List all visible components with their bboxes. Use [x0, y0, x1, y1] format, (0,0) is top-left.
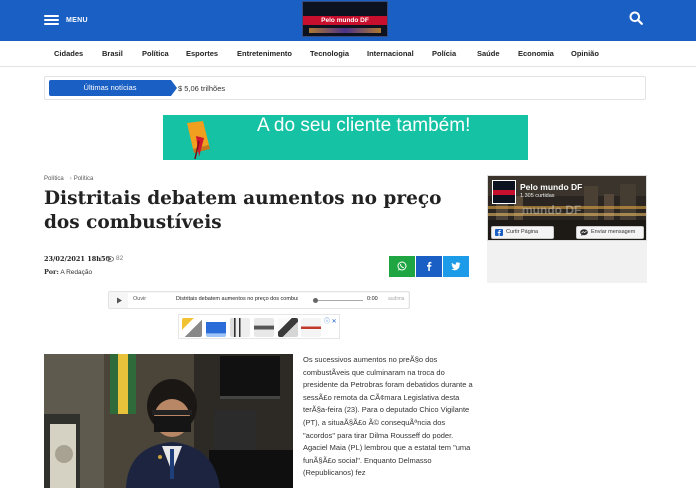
breadcrumb: Política › Política	[44, 176, 95, 182]
messenger-icon	[580, 229, 588, 236]
ad-product-image[interactable]	[254, 318, 274, 337]
audio-info: Ouvir Distritais debatem aumentos no pre…	[128, 293, 408, 308]
ad-headline: A do seu cliente também!	[257, 115, 471, 136]
twitter-icon	[451, 262, 461, 271]
top-header: MENU Pelo mundo DF	[0, 0, 696, 41]
breadcrumb-item[interactable]: Política	[44, 176, 64, 182]
main-nav: Cidades Brasil Política Esportes Entrete…	[0, 41, 696, 67]
play-icon[interactable]	[112, 294, 126, 307]
facebook-page-widget[interactable]: mundo DF Pelo mundo DF 1.305 curtidas Cu…	[487, 175, 647, 241]
fb-like-page-button[interactable]: Curtir Página	[491, 226, 554, 239]
nav-item-brasil[interactable]: Brasil	[102, 49, 123, 58]
fb-page-avatar[interactable]	[492, 180, 516, 204]
ad-choices-icon[interactable]: ⓘ ✕	[324, 316, 337, 325]
author-name[interactable]: A Redação	[60, 269, 92, 276]
audio-listen-label: Ouvir	[133, 296, 147, 302]
nav-item-internacional[interactable]: Internacional	[367, 49, 414, 58]
watermark-logo: mundo DF	[522, 203, 581, 217]
ad-product-image[interactable]	[206, 318, 226, 337]
search-icon[interactable]	[629, 11, 643, 25]
nav-item-entretenimento[interactable]: Entretenimento	[237, 49, 292, 58]
author-line: Por: A Redação	[44, 268, 92, 276]
ticker-label: Últimas notícias	[49, 80, 171, 96]
ad-product-image[interactable]	[182, 318, 202, 337]
chevron-right-icon: ›	[69, 176, 72, 182]
fb-like-page-label: Curtir Página	[506, 229, 539, 235]
nav-item-esportes[interactable]: Esportes	[186, 49, 218, 58]
share-facebook-button[interactable]	[416, 256, 442, 277]
nav-item-saude[interactable]: Saúde	[477, 49, 500, 58]
audio-time: 0:00	[367, 296, 378, 302]
nav-item-cidades[interactable]: Cidades	[54, 49, 83, 58]
ad-product-image[interactable]	[301, 318, 321, 337]
audio-progress-handle[interactable]	[313, 298, 318, 303]
ticker-arrow-icon	[171, 80, 177, 96]
nav-item-policia[interactable]: Polícia	[432, 49, 456, 58]
meta-divider: |	[100, 255, 102, 262]
logo-text: Pelo mundo DF	[321, 17, 369, 24]
fb-send-message-button[interactable]: Enviar mensagem	[576, 226, 644, 239]
view-count: 82	[116, 255, 124, 262]
audio-progress-slider[interactable]	[313, 298, 363, 303]
nav-item-tecnologia[interactable]: Tecnologia	[310, 49, 349, 58]
breadcrumb-item[interactable]: Política	[74, 176, 94, 182]
menu-label: MENU	[66, 16, 88, 24]
nav-item-politica[interactable]: Política	[142, 49, 169, 58]
facebook-icon	[427, 261, 432, 271]
fb-page-followers: 1.305 curtidas	[520, 193, 555, 199]
fb-page-name[interactable]: Pelo mundo DF	[520, 182, 582, 192]
ticker-headline[interactable]: $ 5,06 trilhões	[178, 84, 225, 93]
ad-banner[interactable]: A do seu cliente também!	[163, 115, 528, 160]
nav-item-opiniao[interactable]: Opinião	[571, 49, 599, 58]
menu-button[interactable]: MENU	[44, 13, 88, 27]
article-photo-image	[44, 354, 293, 488]
facebook-icon	[495, 229, 503, 236]
share-whatsapp-button[interactable]	[389, 256, 415, 277]
book-icon	[187, 121, 210, 159]
nav-item-economia[interactable]: Economia	[518, 49, 554, 58]
share-twitter-button[interactable]	[443, 256, 469, 277]
fb-send-message-label: Enviar mensagem	[591, 229, 636, 235]
news-ticker: Últimas notícias $ 5,06 trilhões	[44, 76, 646, 100]
article-photo[interactable]	[44, 354, 293, 488]
inline-product-ad[interactable]: ⓘ ✕	[178, 314, 340, 339]
eye-icon	[106, 256, 114, 262]
page-title: Distritais debatem aumentos no preço dos…	[44, 188, 442, 233]
hamburger-icon	[44, 15, 59, 25]
audio-brand[interactable]: audima	[388, 296, 404, 302]
audio-player: Ouvir Distritais debatem aumentos no pre…	[108, 291, 410, 309]
site-logo[interactable]: Pelo mundo DF	[302, 1, 388, 37]
ad-product-image[interactable]	[278, 318, 298, 337]
sidebar-placeholder	[487, 241, 647, 283]
article-body: Os sucessivos aumentos no preÃ§o dos com…	[303, 355, 473, 478]
ad-product-image[interactable]	[230, 318, 250, 337]
author-prefix: Por:	[44, 268, 59, 276]
audio-title: Distritais debatem aumentos no preço dos…	[176, 296, 298, 302]
whatsapp-icon	[397, 261, 407, 271]
